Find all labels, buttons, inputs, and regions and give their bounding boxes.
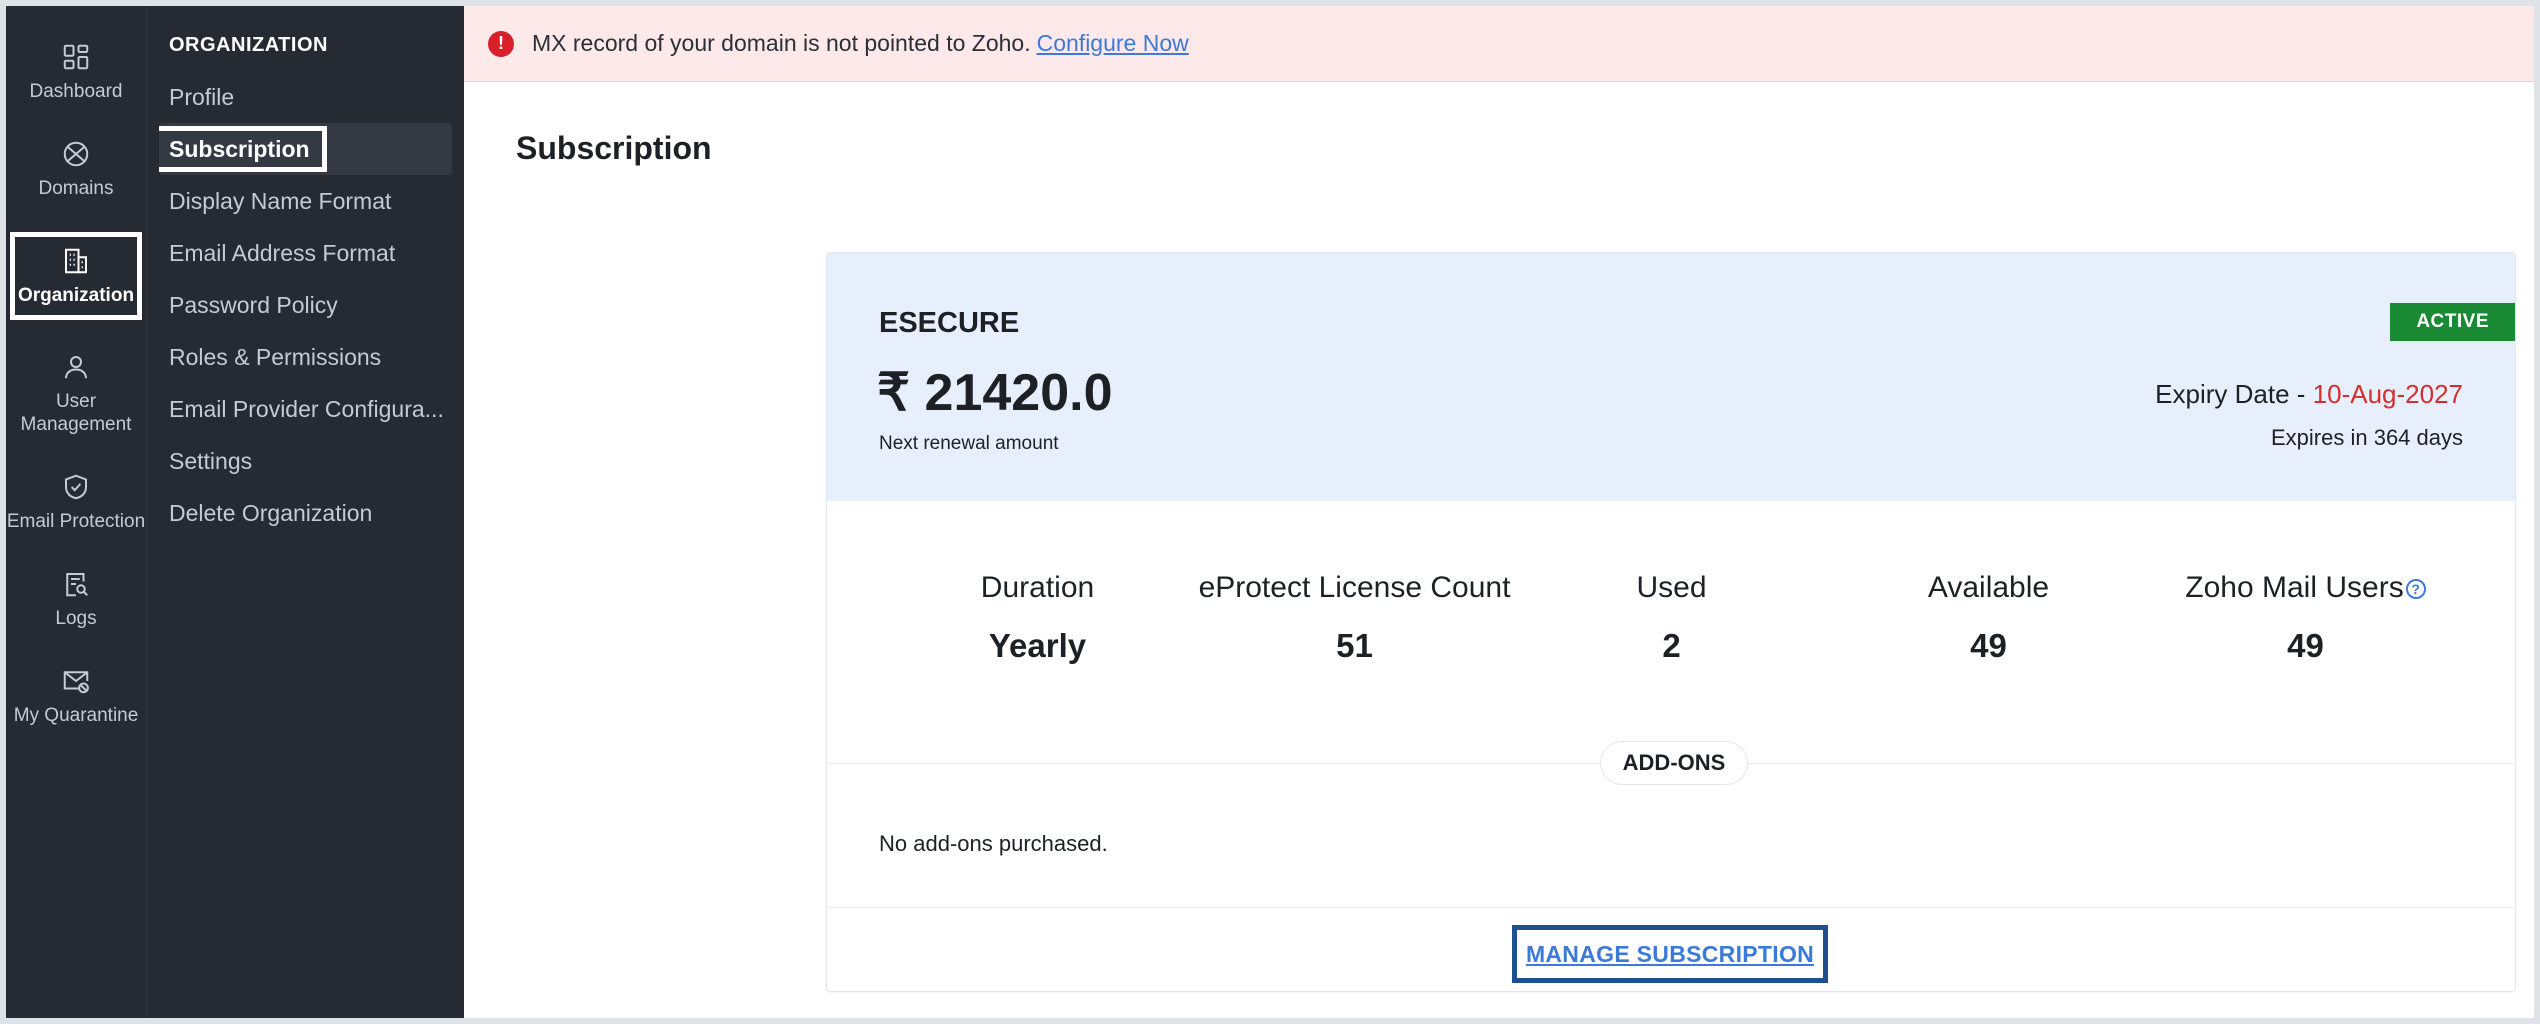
rail-item-logs[interactable]: Logs: [6, 561, 146, 638]
subnav-item-profile[interactable]: Profile: [159, 71, 452, 123]
plan-summary: ESECURE ₹ 21420.0 Next renewal amount AC…: [827, 253, 2515, 501]
subnav-item-roles-permissions[interactable]: Roles & Permissions: [159, 331, 452, 383]
subnav-item-display-name-format[interactable]: Display Name Format: [159, 175, 452, 227]
subnav-item-label: Subscription: [159, 126, 327, 172]
rail-item-dashboard[interactable]: Dashboard: [6, 34, 146, 111]
manage-subscription-button[interactable]: MANAGE SUBSCRIPTION: [1512, 925, 1828, 983]
rail-item-domains[interactable]: Domains: [6, 131, 146, 208]
renewal-amount: ₹ 21420.0: [877, 364, 1113, 422]
license-stats: Duration Yearly eProtect License Count 5…: [879, 571, 2465, 665]
stat-label: eProtect License Count: [1198, 571, 1511, 604]
grid-icon: [63, 44, 89, 70]
rail-label: Organization: [17, 284, 135, 306]
stat-value: 51: [1336, 627, 1373, 664]
shield-check-icon: [65, 474, 87, 500]
stat-zoho-mail-users: Zoho Mail Users? 49: [2147, 571, 2464, 665]
expiry-label: Expiry Date -: [2155, 379, 2306, 409]
mail-blocked-icon: [63, 671, 89, 694]
rail-item-user-management[interactable]: User Management: [6, 344, 146, 444]
rail-label: User Management: [20, 391, 132, 435]
stat-label: Used: [1636, 571, 1707, 604]
no-addons-text: No add-ons purchased.: [879, 831, 1108, 856]
subnav-item-email-provider-configuration[interactable]: Email Provider Configura...: [159, 383, 452, 435]
banner-message: MX record of your domain is not pointed …: [532, 30, 1031, 56]
addons-heading: ADD-ONS: [1600, 741, 1748, 785]
subnav-item-settings[interactable]: Settings: [159, 435, 452, 487]
rail-label: Domains: [38, 178, 114, 199]
rail-label: Email Protection: [6, 511, 146, 532]
expiry-date-value: 10-Aug-2027: [2312, 379, 2463, 409]
subscription-card: ESECURE ₹ 21420.0 Next renewal amount AC…: [826, 252, 2516, 992]
icon-rail: Dashboard Domains Organization User Mana…: [6, 6, 146, 1018]
rail-label: My Quarantine: [13, 705, 139, 726]
organization-subnav: ORGANIZATION Profile Subscription Displa…: [146, 6, 464, 1018]
main-content: ! MX record of your domain is not pointe…: [464, 6, 2534, 1018]
subnav-item-email-address-format[interactable]: Email Address Format: [159, 227, 452, 279]
rail-label: Dashboard: [29, 81, 123, 102]
expires-in: Expires in 364 days: [2271, 425, 2463, 450]
mx-warning-banner: ! MX record of your domain is not pointe…: [464, 6, 2534, 82]
rail-item-email-protection[interactable]: Email Protection: [6, 464, 146, 541]
configure-now-link[interactable]: Configure Now: [1037, 30, 1189, 57]
stat-duration: Duration Yearly: [879, 571, 1196, 665]
expiry-date: Expiry Date - 10-Aug-2027: [2155, 379, 2463, 410]
log-search-icon: [66, 573, 88, 597]
alert-icon: !: [488, 30, 514, 57]
app-window: Dashboard Domains Organization User Mana…: [6, 6, 2534, 1018]
stat-value: 49: [1970, 627, 2007, 664]
subnav-item-delete-organization[interactable]: Delete Organization: [159, 487, 452, 539]
rail-item-my-quarantine[interactable]: My Quarantine: [6, 658, 146, 735]
rail-label: Logs: [55, 608, 97, 629]
stat-license-count: eProtect License Count 51: [1196, 571, 1513, 665]
status-badge: ACTIVE: [2390, 303, 2515, 341]
stat-available: Available 49: [1830, 571, 2147, 665]
subnav-item-password-policy[interactable]: Password Policy: [159, 279, 452, 331]
subnav-heading: ORGANIZATION: [169, 34, 328, 56]
globe-icon: [63, 141, 89, 167]
user-icon: [65, 356, 87, 379]
stat-label: Duration: [980, 571, 1095, 604]
help-icon[interactable]: ?: [2405, 579, 2426, 600]
subnav-item-subscription[interactable]: Subscription: [159, 123, 452, 175]
stat-label: Zoho Mail Users: [2185, 571, 2404, 604]
stat-value: Yearly: [988, 627, 1087, 664]
stat-label: Available: [1927, 571, 2050, 604]
building-icon: [65, 248, 87, 273]
stat-used: Used 2: [1513, 571, 1830, 665]
stat-label-with-help: Zoho Mail Users?: [2147, 571, 2464, 605]
stat-value: 49: [2287, 627, 2324, 664]
page-title: Subscription: [516, 130, 712, 166]
footer-divider: [827, 907, 2515, 908]
stat-value: 2: [1662, 627, 1681, 664]
plan-name: ESECURE: [879, 307, 1020, 339]
rail-item-organization[interactable]: Organization: [6, 228, 146, 324]
renewal-amount-label: Next renewal amount: [879, 433, 1059, 454]
